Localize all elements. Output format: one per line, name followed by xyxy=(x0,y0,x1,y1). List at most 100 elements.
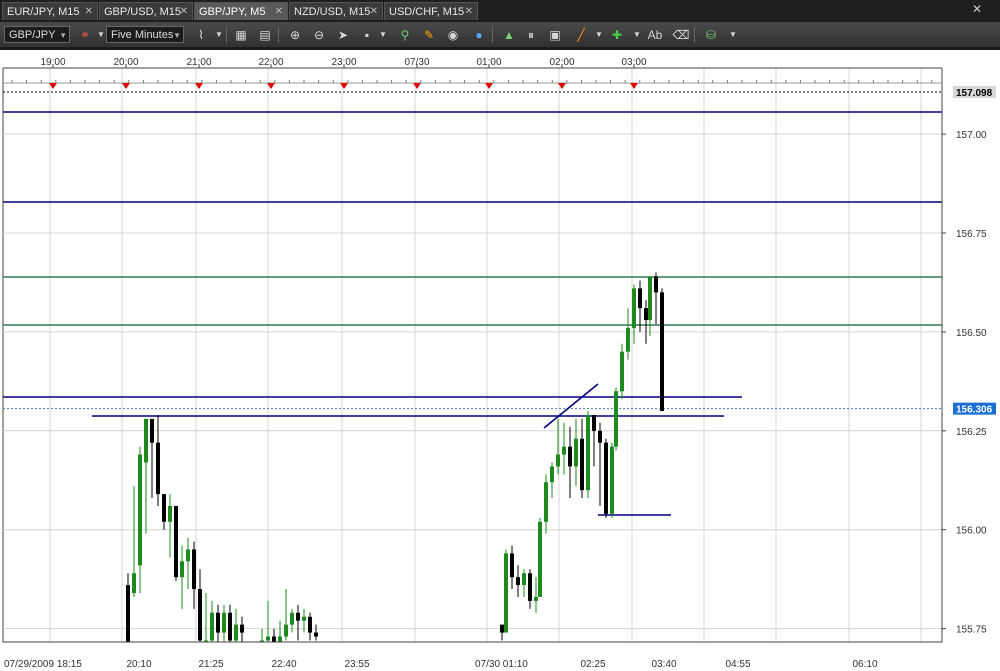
price-tick-label: 157.00 xyxy=(956,130,987,141)
candle-body xyxy=(174,505,178,578)
candle-body xyxy=(144,418,148,463)
bearish-candle xyxy=(644,300,648,344)
bullish-candle xyxy=(522,569,526,597)
tab-nzdusd[interactable]: NZD/USD, M15 ✕ xyxy=(289,2,383,20)
candle-body xyxy=(568,446,572,467)
close-icon[interactable]: ✕ xyxy=(275,3,283,21)
candle-body xyxy=(580,438,584,491)
price-tick-label: 155.75 xyxy=(956,625,987,636)
zoom-in-icon[interactable]: ⊕ xyxy=(286,26,304,44)
session-marker-icon xyxy=(413,83,421,89)
bullish-candle xyxy=(534,577,538,613)
close-icon[interactable]: ✕ xyxy=(180,3,188,21)
candle-body xyxy=(186,549,190,562)
bearish-candle xyxy=(156,414,160,506)
text-icon[interactable]: Ab xyxy=(646,26,664,44)
candle-body xyxy=(314,632,318,637)
bearish-candle xyxy=(604,438,608,518)
bullish-candle xyxy=(544,474,548,534)
globe-icon[interactable]: ● xyxy=(470,26,488,44)
chevron-down-icon[interactable]: ▼ xyxy=(628,26,646,44)
candle-body xyxy=(210,612,214,641)
bearish-candle xyxy=(162,494,166,530)
zoom-out-icon[interactable]: ⊖ xyxy=(310,26,328,44)
tab-usdchf[interactable]: USD/CHF, M15 ✕ xyxy=(384,2,478,20)
image-icon[interactable]: ▣ xyxy=(546,26,564,44)
bearish-candle xyxy=(500,624,504,641)
top-time-label: 20:00 xyxy=(113,57,138,68)
bullish-candle xyxy=(260,628,264,642)
area-chart-icon[interactable]: ▲ xyxy=(500,26,518,44)
tab-label: USD/CHF, M15 xyxy=(389,6,465,18)
chevron-down-icon[interactable]: ▼ xyxy=(724,26,742,44)
bearish-candle xyxy=(240,616,244,642)
candle-body xyxy=(222,612,226,633)
tab-eurjpy[interactable]: EUR/JPY, M15 ✕ xyxy=(2,2,98,20)
bullish-candle xyxy=(610,442,614,518)
eye-icon[interactable]: ◉ xyxy=(444,26,462,44)
template-icon[interactable]: ▦ xyxy=(232,26,250,44)
candle-body xyxy=(586,414,590,491)
chart-type-icon[interactable]: ⌇ xyxy=(192,26,210,44)
chart-grid xyxy=(2,67,943,643)
candle-body xyxy=(204,640,208,642)
chevron-down-icon[interactable]: ▼ xyxy=(374,26,392,44)
candle-body xyxy=(228,612,232,641)
close-icon[interactable]: ✕ xyxy=(370,3,378,21)
candle-body xyxy=(284,624,288,637)
bullish-candle xyxy=(266,600,270,642)
bearish-candle xyxy=(308,612,312,641)
tab-gbpjpy[interactable]: GBP/JPY, M5 ✕ xyxy=(194,2,288,20)
bottom-time-label: 07/29/2009 18:15 xyxy=(4,659,82,670)
candle-body xyxy=(516,577,520,586)
bullish-candle xyxy=(132,486,136,597)
bullish-candle xyxy=(550,462,554,499)
candle-body xyxy=(550,466,554,483)
close-icon[interactable]: ✕ xyxy=(465,3,473,21)
timeframe-select[interactable]: Five Minutes ▼ xyxy=(106,26,184,43)
draw-line-icon[interactable]: ╱ xyxy=(572,26,590,44)
cursor-icon[interactable]: ➤ xyxy=(334,26,352,44)
bullish-candle xyxy=(234,608,238,642)
bearish-candle xyxy=(516,565,520,597)
bearish-candle xyxy=(510,545,514,590)
candle-body xyxy=(192,549,196,590)
bearish-candle xyxy=(228,604,232,642)
symbol-select[interactable]: GBP/JPY ▼ xyxy=(4,26,70,43)
window-close-icon[interactable]: ✕ xyxy=(972,2,982,16)
toolbar-divider xyxy=(226,27,227,43)
workspace-icon[interactable]: ⛁ xyxy=(702,26,720,44)
bearish-candle xyxy=(638,280,642,332)
chevron-down-icon[interactable]: ▼ xyxy=(590,26,608,44)
bullish-candle xyxy=(504,549,508,633)
candle-body xyxy=(132,573,136,593)
candle-body xyxy=(126,585,130,642)
tab-gbpusd[interactable]: GBP/USD, M15 ✕ xyxy=(99,2,193,20)
buy-sell-icon[interactable]: ✚ xyxy=(608,26,626,44)
candle-body xyxy=(644,308,648,321)
bearish-candle xyxy=(660,288,664,412)
bearish-candle xyxy=(654,272,658,324)
note-icon[interactable]: ✎ xyxy=(420,26,438,44)
candle-body xyxy=(150,418,154,443)
chart-area[interactable]: 157.00 156.75 156.50 156.25 156.00 155.75 157.… xyxy=(0,48,1000,671)
bearish-candle xyxy=(216,604,220,642)
bullish-candle xyxy=(168,494,172,558)
close-icon[interactable]: ✕ xyxy=(85,3,93,21)
bearish-candle xyxy=(272,628,276,642)
candle-body xyxy=(290,612,294,625)
candlestick-chart[interactable]: 157.00 156.75 156.50 156.25 156.00 155.75 157.… xyxy=(0,50,1000,671)
candle-body xyxy=(534,596,538,601)
tab-label: NZD/USD, M15 xyxy=(294,6,371,18)
session-marker-icon xyxy=(630,83,638,89)
pause-icon[interactable]: ⏸ xyxy=(522,26,540,44)
candle-body xyxy=(198,589,202,641)
candle-body xyxy=(620,351,624,392)
eraser-icon[interactable]: ⌫ xyxy=(672,26,690,44)
indicator-icon[interactable]: ⚲ xyxy=(396,26,414,44)
bullish-candle xyxy=(284,589,288,641)
candle-body xyxy=(510,553,514,578)
grid-icon[interactable]: ▤ xyxy=(256,26,274,44)
candle-body xyxy=(162,494,166,522)
bullish-candle xyxy=(210,600,214,642)
